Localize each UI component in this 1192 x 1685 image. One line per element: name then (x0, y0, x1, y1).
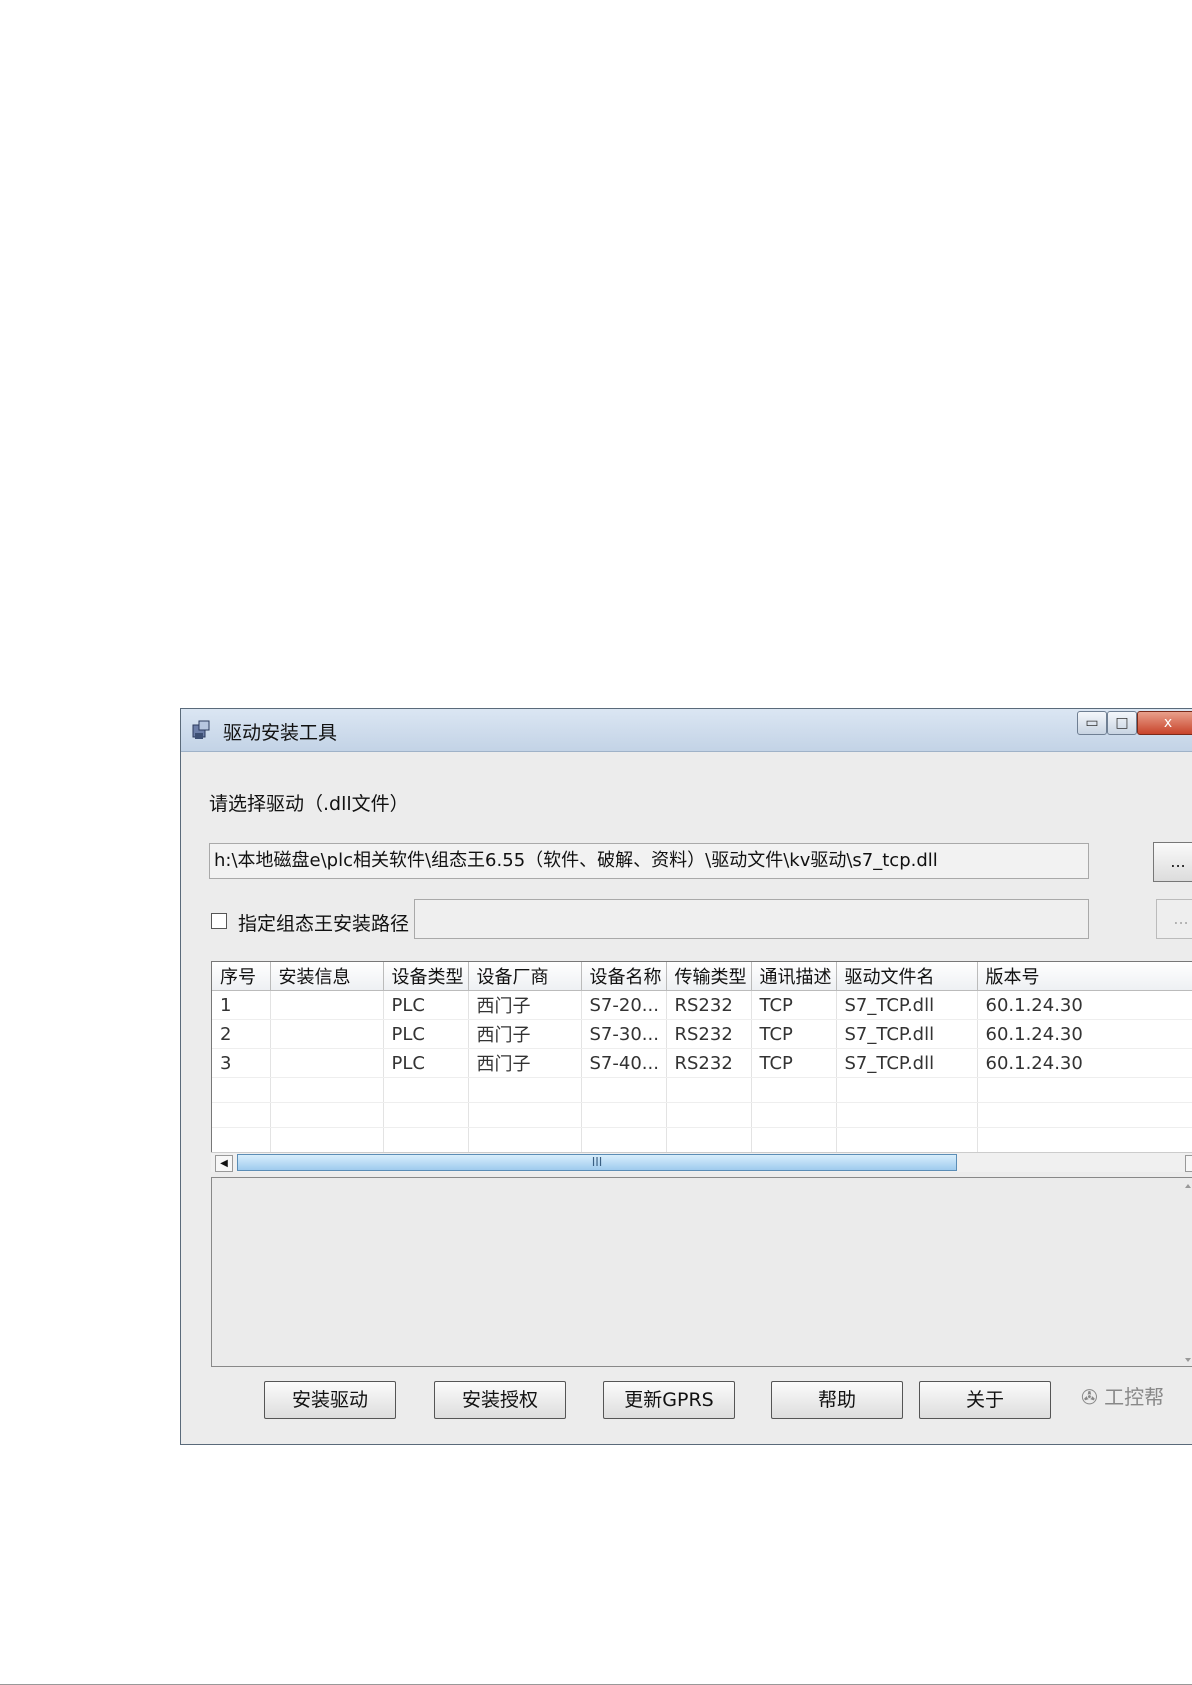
cell-vendor: 西门子 (468, 1048, 582, 1078)
vertical-scroll-arrows-icon[interactable] (1182, 1178, 1192, 1368)
cell-device-type: PLC (383, 1019, 469, 1049)
table-row-empty (212, 1077, 1192, 1103)
table-row-empty (212, 1127, 1192, 1153)
install-path-checkbox-label: 指定组态王安装路径 (238, 913, 410, 935)
column-header[interactable]: 版本号 (977, 962, 1192, 991)
watermark: ✇ 工控帮 (1081, 1381, 1164, 1410)
cell-install-info (270, 1019, 384, 1049)
column-header[interactable]: 驱动文件名 (836, 962, 978, 991)
table-header-row: 序号 安装信息 设备类型 设备厂商 设备名称 传输类型 通讯描述 驱动文件名 版… (212, 962, 1192, 991)
install-license-button[interactable]: 安装授权 (434, 1381, 566, 1419)
cell-transport: RS232 (666, 1048, 752, 1078)
scroll-thumb[interactable]: III (237, 1154, 957, 1171)
cell-install-info (270, 1048, 384, 1078)
column-header[interactable]: 传输类型 (666, 962, 752, 991)
window-title: 驱动安装工具 (223, 722, 338, 744)
cell-version: 60.1.24.30 (977, 990, 1192, 1020)
browse-install-path-button[interactable]: ... (1156, 899, 1192, 939)
cell-device-type: PLC (383, 990, 469, 1020)
cell-comm-desc: TCP (751, 990, 837, 1020)
log-output-area[interactable] (211, 1177, 1192, 1367)
about-button[interactable]: 关于 (919, 1381, 1051, 1419)
update-gprs-button[interactable]: 更新GPRS (603, 1381, 735, 1419)
cell-device-name: S7-20... (581, 990, 667, 1020)
cell-transport: RS232 (666, 1019, 752, 1049)
horizontal-scrollbar[interactable]: ◀ III (211, 1152, 1192, 1172)
cell-install-info (270, 990, 384, 1020)
driver-install-window: 驱动安装工具 ▭ □ x 请选择驱动（.dll文件） h:\本地磁盘e\plc相… (180, 708, 1192, 1445)
driver-path-field[interactable]: h:\本地磁盘e\plc相关软件\组态王6.55（软件、破解、资料）\驱动文件\… (209, 843, 1089, 879)
cell-device-name: S7-30... (581, 1019, 667, 1049)
driver-list-table[interactable]: 序号 安装信息 设备类型 设备厂商 设备名称 传输类型 通讯描述 驱动文件名 版… (211, 961, 1192, 1171)
cell-vendor: 西门子 (468, 990, 582, 1020)
cell-transport: RS232 (666, 990, 752, 1020)
install-driver-button[interactable]: 安装驱动 (264, 1381, 396, 1419)
cell-comm-desc: TCP (751, 1048, 837, 1078)
column-header[interactable]: 安装信息 (270, 962, 384, 991)
browse-driver-button[interactable]: ... (1153, 842, 1192, 882)
table-row[interactable]: 2 PLC 西门子 S7-30... RS232 TCP S7_TCP.dll … (212, 1019, 1192, 1049)
column-header[interactable]: 序号 (212, 962, 271, 991)
table-row[interactable]: 1 PLC 西门子 S7-20... RS232 TCP S7_TCP.dll … (212, 990, 1192, 1020)
install-path-checkbox[interactable] (211, 913, 227, 929)
column-header[interactable]: 设备名称 (581, 962, 667, 991)
cell-version: 60.1.24.30 (977, 1048, 1192, 1078)
cell-comm-desc: TCP (751, 1019, 837, 1049)
cell-vendor: 西门子 (468, 1019, 582, 1049)
cell-version: 60.1.24.30 (977, 1019, 1192, 1049)
install-path-field[interactable] (414, 899, 1089, 939)
table-row[interactable]: 3 PLC 西门子 S7-40... RS232 TCP S7_TCP.dll … (212, 1048, 1192, 1078)
cell-index: 3 (212, 1048, 271, 1078)
close-button[interactable]: x (1137, 711, 1192, 735)
cell-driver-file: S7_TCP.dll (836, 1019, 978, 1049)
watermark-text: 工控帮 (1104, 1385, 1165, 1409)
help-button[interactable]: 帮助 (771, 1381, 903, 1419)
maximize-button[interactable]: □ (1107, 711, 1137, 735)
scroll-right-arrow-icon[interactable] (1185, 1155, 1192, 1172)
minimize-button[interactable]: ▭ (1077, 711, 1107, 735)
cell-driver-file: S7_TCP.dll (836, 990, 978, 1020)
scroll-left-arrow-icon[interactable]: ◀ (215, 1155, 233, 1172)
cell-index: 1 (212, 990, 271, 1020)
table-row-empty (212, 1102, 1192, 1128)
cell-driver-file: S7_TCP.dll (836, 1048, 978, 1078)
cell-index: 2 (212, 1019, 271, 1049)
column-header[interactable]: 设备厂商 (468, 962, 582, 991)
select-driver-label: 请选择驱动（.dll文件） (209, 793, 409, 815)
title-bar[interactable]: 驱动安装工具 ▭ □ x (181, 709, 1192, 752)
cell-device-type: PLC (383, 1048, 469, 1078)
cell-device-name: S7-40... (581, 1048, 667, 1078)
wechat-icon: ✇ (1081, 1385, 1098, 1409)
column-header[interactable]: 设备类型 (383, 962, 469, 991)
column-header[interactable]: 通讯描述 (751, 962, 837, 991)
app-icon (192, 720, 210, 739)
